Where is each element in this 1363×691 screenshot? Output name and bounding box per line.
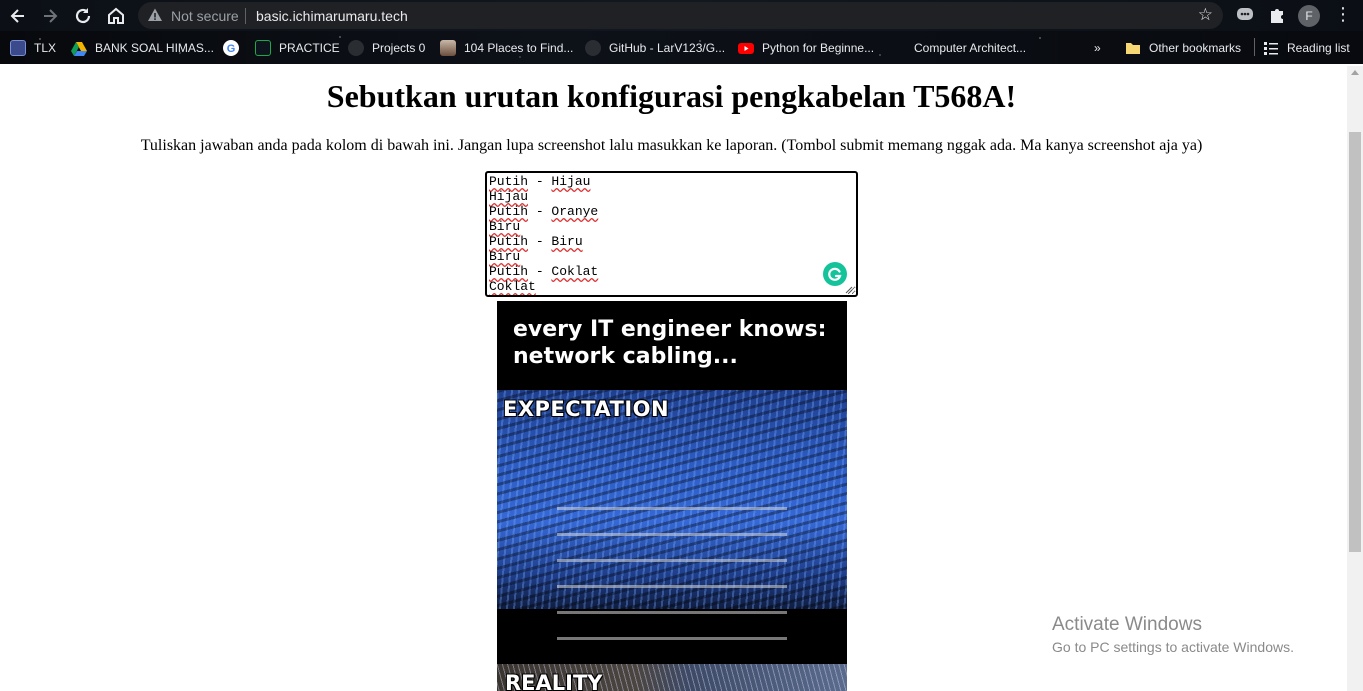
bookmark-label: 104 Places to Find... bbox=[464, 41, 574, 55]
activate-windows-watermark: Activate Windows Go to PC settings to ac… bbox=[1052, 614, 1294, 656]
youtube-icon bbox=[738, 43, 754, 54]
profile-avatar[interactable]: F bbox=[1298, 5, 1320, 27]
answer-word: Biru bbox=[489, 219, 521, 234]
bookmark-projects[interactable]: Projects 0 bbox=[348, 39, 425, 57]
github-icon bbox=[585, 40, 601, 56]
answer-word: Coklat bbox=[489, 279, 536, 294]
answer-separator: - bbox=[528, 264, 552, 279]
answer-separator: - bbox=[528, 174, 552, 189]
more-bookmarks-chevron[interactable]: » bbox=[1094, 39, 1101, 57]
answer-word: Coklat bbox=[551, 264, 599, 279]
google-drive-icon bbox=[71, 42, 87, 56]
reload-icon[interactable] bbox=[70, 3, 96, 29]
bookmark-label: GitHub - LarV123/G... bbox=[609, 41, 726, 55]
github-icon bbox=[348, 40, 364, 56]
bookmark-label: Projects 0 bbox=[372, 41, 426, 55]
page-content: Sebutkan urutan konfigurasi pengkabelan … bbox=[0, 66, 1347, 691]
meme-headline-line-1: every IT engineer knows: bbox=[513, 317, 827, 342]
reality-label: REALITY bbox=[505, 671, 603, 691]
answer-separator: - bbox=[528, 234, 552, 249]
bookmark-google[interactable]: G bbox=[223, 39, 247, 57]
meme-headline-line-2: network cabling... bbox=[513, 344, 738, 369]
reading-list-icon bbox=[1264, 42, 1278, 55]
answer-line: Putih - Oranye bbox=[489, 204, 854, 219]
bookmark-label: Python for Beginne... bbox=[762, 41, 875, 55]
answer-line: Putih - Coklat bbox=[489, 264, 854, 279]
bookmark-tlx[interactable]: TLX bbox=[10, 39, 56, 57]
answer-word: Hijau bbox=[551, 174, 591, 189]
answer-word: Oranye bbox=[551, 204, 599, 219]
bookmark-104-places[interactable]: 104 Places to Find... bbox=[440, 39, 573, 57]
answer-word: Putih bbox=[489, 174, 529, 189]
answer-word: Biru bbox=[489, 249, 521, 264]
page-title: Sebutkan urutan konfigurasi pengkabelan … bbox=[326, 78, 1017, 114]
bookmark-star-icon[interactable]: ☆ bbox=[1198, 5, 1213, 25]
other-bookmarks[interactable]: Other bookmarks bbox=[1125, 39, 1241, 57]
answer-word: Putih bbox=[489, 264, 529, 279]
reading-list-label: Reading list bbox=[1287, 41, 1350, 55]
bookmark-bank-soal[interactable]: BANK SOAL HIMAS... bbox=[71, 39, 214, 57]
bookmarks-divider bbox=[1254, 38, 1255, 56]
answer-line: Hijau bbox=[489, 189, 854, 204]
other-bookmarks-label: Other bookmarks bbox=[1149, 41, 1242, 55]
reading-list[interactable]: Reading list bbox=[1263, 39, 1350, 57]
answer-word: Biru bbox=[551, 234, 583, 249]
answer-line: Putih - Hijau bbox=[489, 174, 854, 189]
hackerrank-icon bbox=[255, 40, 271, 56]
blank-page-icon bbox=[890, 40, 906, 56]
instructions-text: Tuliskan jawaban anda pada kolom di bawa… bbox=[140, 137, 1203, 154]
bookmark-python[interactable]: Python for Beginne... bbox=[738, 39, 874, 57]
answer-line: Biru bbox=[489, 249, 854, 264]
answer-textarea[interactable]: Putih - Hijau Hijau Putih - Oranye Biru Puti… bbox=[485, 171, 858, 297]
expectation-label: EXPECTATION bbox=[503, 397, 670, 421]
bookmark-label: BANK SOAL HIMAS... bbox=[95, 41, 214, 55]
grammarly-icon[interactable] bbox=[823, 262, 847, 286]
meme-image: every IT engineer knows: network cabling… bbox=[497, 301, 847, 691]
address-bar[interactable]: Not secure basic.ichimarumaru.tech ☆ bbox=[138, 2, 1223, 29]
activate-windows-title: Activate Windows bbox=[1052, 614, 1202, 635]
svg-text:G: G bbox=[227, 43, 236, 55]
answer-line: Putih - Biru bbox=[489, 234, 854, 249]
thumbnail-icon bbox=[440, 40, 456, 56]
answer-word: Hijau bbox=[489, 189, 529, 204]
answer-separator: - bbox=[528, 204, 552, 219]
bookmark-practice[interactable]: PRACTICE bbox=[255, 39, 340, 57]
google-icon: G bbox=[223, 40, 239, 56]
bookmark-computer-architecture[interactable]: Computer Architect... bbox=[890, 39, 1026, 57]
answer-line: Biru bbox=[489, 219, 854, 234]
bookmark-label: PRACTICE bbox=[279, 41, 340, 55]
resize-handle-icon[interactable] bbox=[845, 286, 853, 294]
security-label[interactable]: Not secure bbox=[171, 8, 239, 24]
back-arrow-icon[interactable] bbox=[5, 3, 31, 29]
bookmark-label: TLX bbox=[34, 41, 57, 55]
answer-line: Coklat bbox=[489, 279, 854, 294]
tlx-icon bbox=[10, 40, 26, 56]
scroll-up-arrow-icon[interactable] bbox=[1351, 70, 1359, 75]
browser-toolbar: Not secure basic.ichimarumaru.tech ☆ F ⋮ bbox=[0, 0, 1363, 31]
url-text[interactable]: basic.ichimarumaru.tech bbox=[256, 8, 408, 24]
extensions-puzzle-icon[interactable] bbox=[1267, 5, 1287, 25]
answer-word: Putih bbox=[489, 234, 529, 249]
answer-word: Putih bbox=[489, 204, 529, 219]
meme-headline: every IT engineer knows: network cabling… bbox=[513, 316, 826, 370]
home-icon[interactable] bbox=[103, 3, 129, 29]
forward-arrow-icon[interactable] bbox=[37, 3, 63, 29]
chrome-menu-icon[interactable]: ⋮ bbox=[1334, 3, 1352, 29]
patch-panel-racks bbox=[557, 500, 787, 640]
folder-icon bbox=[1126, 43, 1140, 54]
scrollbar-thumb[interactable] bbox=[1349, 132, 1361, 552]
extension-chat-icon[interactable] bbox=[1235, 5, 1255, 25]
bookmark-label: Computer Architect... bbox=[914, 41, 1027, 55]
activate-windows-subtitle: Go to PC settings to activate Windows. bbox=[1052, 639, 1294, 655]
bookmark-github-larv[interactable]: GitHub - LarV123/G... bbox=[585, 39, 725, 57]
warning-triangle-icon bbox=[148, 8, 162, 21]
expectation-photo bbox=[497, 390, 847, 640]
omnibox-divider bbox=[245, 8, 246, 24]
